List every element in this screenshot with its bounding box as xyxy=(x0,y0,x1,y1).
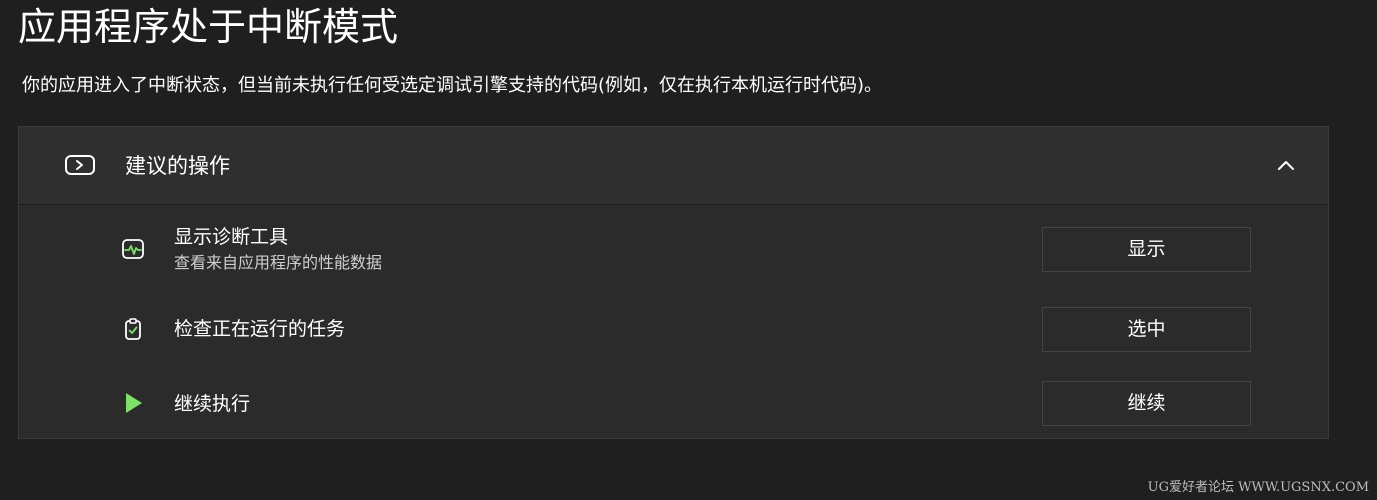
continue-button[interactable]: 继续 xyxy=(1042,381,1251,426)
action-row-continue: 继续执行 继续 xyxy=(19,369,1328,439)
action-row-tasks: 检查正在运行的任务 选中 xyxy=(19,295,1328,365)
suggested-actions-header[interactable]: 建议的操作 xyxy=(19,127,1328,205)
break-mode-page: 应用程序处于中断模式 你的应用进入了中断状态，但当前未执行任何受选定调试引擎支持… xyxy=(0,0,1377,500)
action-title-continue: 继续执行 xyxy=(174,393,251,415)
suggested-actions-panel: 建议的操作 显示诊断工具 查看来自应用程序的性能数据 显示 检查正在运行的任务 … xyxy=(18,126,1329,439)
play-icon xyxy=(121,391,145,415)
page-title: 应用程序处于中断模式 xyxy=(18,5,399,49)
console-icon xyxy=(65,155,95,175)
clipboard-check-icon xyxy=(121,317,145,341)
page-description: 你的应用进入了中断状态，但当前未执行任何受选定调试引擎支持的代码(例如，仅在执行… xyxy=(22,75,883,96)
show-button[interactable]: 显示 xyxy=(1042,227,1251,272)
action-title-diagnostics: 显示诊断工具 xyxy=(174,226,289,248)
action-row-diagnostics: 显示诊断工具 查看来自应用程序的性能数据 显示 xyxy=(19,205,1328,285)
action-description-diagnostics: 查看来自应用程序的性能数据 xyxy=(174,253,383,272)
watermark: UG爱好者论坛 WWW.UGSNX.COM xyxy=(1147,480,1369,495)
diagnostics-pulse-icon xyxy=(121,237,145,261)
select-button[interactable]: 选中 xyxy=(1042,307,1251,352)
suggested-actions-title: 建议的操作 xyxy=(125,154,230,178)
action-title-tasks: 检查正在运行的任务 xyxy=(174,318,346,340)
chevron-up-icon[interactable] xyxy=(1276,155,1296,175)
